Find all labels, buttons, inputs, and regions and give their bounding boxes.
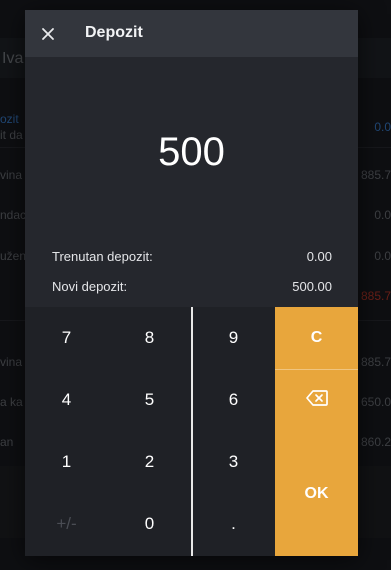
dialog-header: Depozit <box>25 10 358 57</box>
ok-button[interactable]: OK <box>275 431 358 556</box>
current-deposit-value: 0.00 <box>306 249 332 264</box>
close-icon <box>37 23 59 45</box>
numeric-keypad: 7 8 9 4 5 6 1 2 3 +/- 0 . C OK <box>25 307 358 556</box>
key-decimal[interactable]: . <box>192 493 275 555</box>
keypad-action-column: C OK <box>275 307 358 556</box>
amount-display: 500 <box>158 130 225 174</box>
key-plus-minus[interactable]: +/- <box>25 493 108 555</box>
key-1[interactable]: 1 <box>25 431 108 493</box>
current-deposit-label: Trenutan depozit: <box>52 249 153 264</box>
key-6[interactable]: 6 <box>192 369 275 431</box>
keypad-separator <box>191 307 193 556</box>
new-deposit-label: Novi depozit: <box>52 279 128 294</box>
new-deposit-value: 500.00 <box>292 279 332 294</box>
key-9[interactable]: 9 <box>192 307 275 369</box>
key-0[interactable]: 0 <box>108 493 191 555</box>
backspace-icon <box>305 390 328 411</box>
deposit-dialog: Depozit 500 Trenutan depozit: 0.00 Novi … <box>25 10 358 556</box>
key-4[interactable]: 4 <box>25 369 108 431</box>
close-button[interactable] <box>37 23 59 45</box>
dialog-title: Depozit <box>85 24 143 41</box>
current-deposit-row: Trenutan depozit: 0.00 <box>52 249 332 265</box>
key-5[interactable]: 5 <box>108 369 191 431</box>
new-deposit-row: Novi depozit: 500.00 <box>52 279 332 295</box>
key-3[interactable]: 3 <box>192 431 275 493</box>
backspace-button[interactable] <box>275 370 358 431</box>
key-7[interactable]: 7 <box>25 307 108 369</box>
clear-button[interactable]: C <box>275 307 358 369</box>
key-8[interactable]: 8 <box>108 307 191 369</box>
key-2[interactable]: 2 <box>108 431 191 493</box>
